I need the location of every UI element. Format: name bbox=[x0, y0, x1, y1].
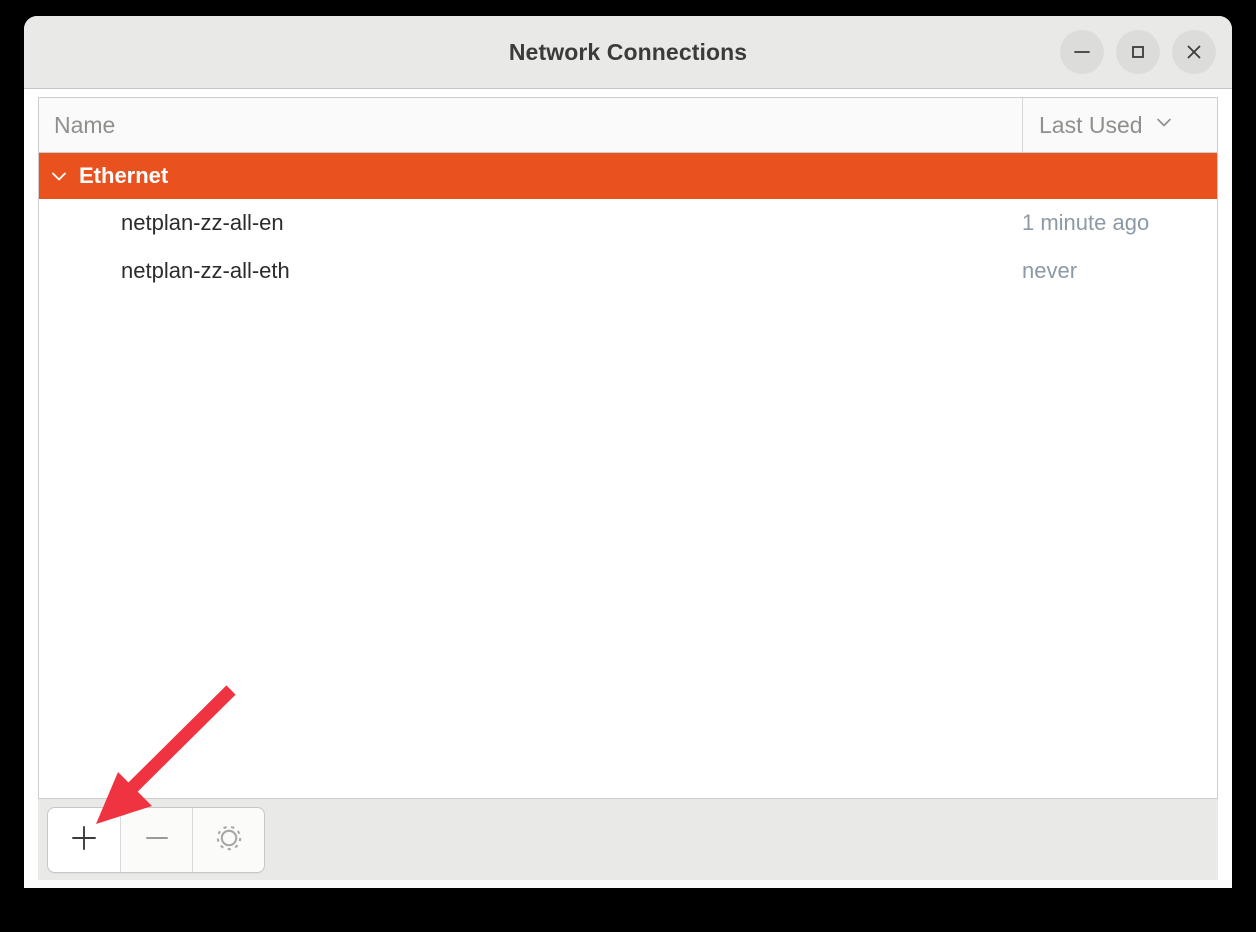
column-header-last-used-label: Last Used bbox=[1039, 111, 1143, 138]
close-icon bbox=[1184, 42, 1204, 62]
window-controls bbox=[1060, 16, 1216, 88]
remove-connection-button[interactable] bbox=[120, 807, 192, 872]
maximize-icon bbox=[1128, 42, 1148, 62]
edit-connection-button[interactable] bbox=[192, 807, 264, 872]
gear-icon bbox=[212, 821, 246, 858]
close-button[interactable] bbox=[1172, 30, 1216, 74]
table-row[interactable]: netplan-zz-all-eth never bbox=[39, 247, 1217, 295]
column-header-row: Name Last Used bbox=[39, 98, 1217, 153]
network-connections-window: Network Connections Name Last Used Ether… bbox=[24, 16, 1232, 888]
connection-name: netplan-zz-all-en bbox=[121, 210, 284, 235]
column-header-name-label: Name bbox=[54, 111, 116, 138]
connection-last-used: never bbox=[1022, 258, 1078, 283]
minus-icon bbox=[142, 823, 172, 856]
chevron-down-icon bbox=[1153, 111, 1175, 139]
chevron-down-icon[interactable] bbox=[39, 164, 79, 188]
connections-rows: Ethernet netplan-zz-all-en 1 minute ago … bbox=[39, 153, 1217, 798]
column-header-name[interactable]: Name bbox=[39, 98, 1022, 152]
minimize-button[interactable] bbox=[1060, 30, 1104, 74]
maximize-button[interactable] bbox=[1116, 30, 1160, 74]
minimize-icon bbox=[1072, 42, 1092, 62]
group-row-ethernet[interactable]: Ethernet bbox=[39, 153, 1217, 199]
toolbar-button-group bbox=[47, 806, 265, 873]
column-header-last-used[interactable]: Last Used bbox=[1022, 98, 1217, 152]
table-row[interactable]: netplan-zz-all-en 1 minute ago bbox=[39, 199, 1217, 247]
window-bottom-edge bbox=[24, 880, 1232, 888]
group-row-label: Ethernet bbox=[79, 163, 169, 188]
bottom-toolbar bbox=[38, 798, 1218, 880]
window-title: Network Connections bbox=[508, 38, 748, 65]
connection-last-used: 1 minute ago bbox=[1022, 210, 1150, 235]
plus-icon bbox=[69, 823, 99, 856]
connections-list: Name Last Used Ethernet netplan-zz-all-e… bbox=[38, 97, 1218, 798]
connection-name: netplan-zz-all-eth bbox=[121, 258, 290, 283]
add-connection-button[interactable] bbox=[48, 807, 120, 872]
title-bar: Network Connections bbox=[24, 16, 1232, 89]
